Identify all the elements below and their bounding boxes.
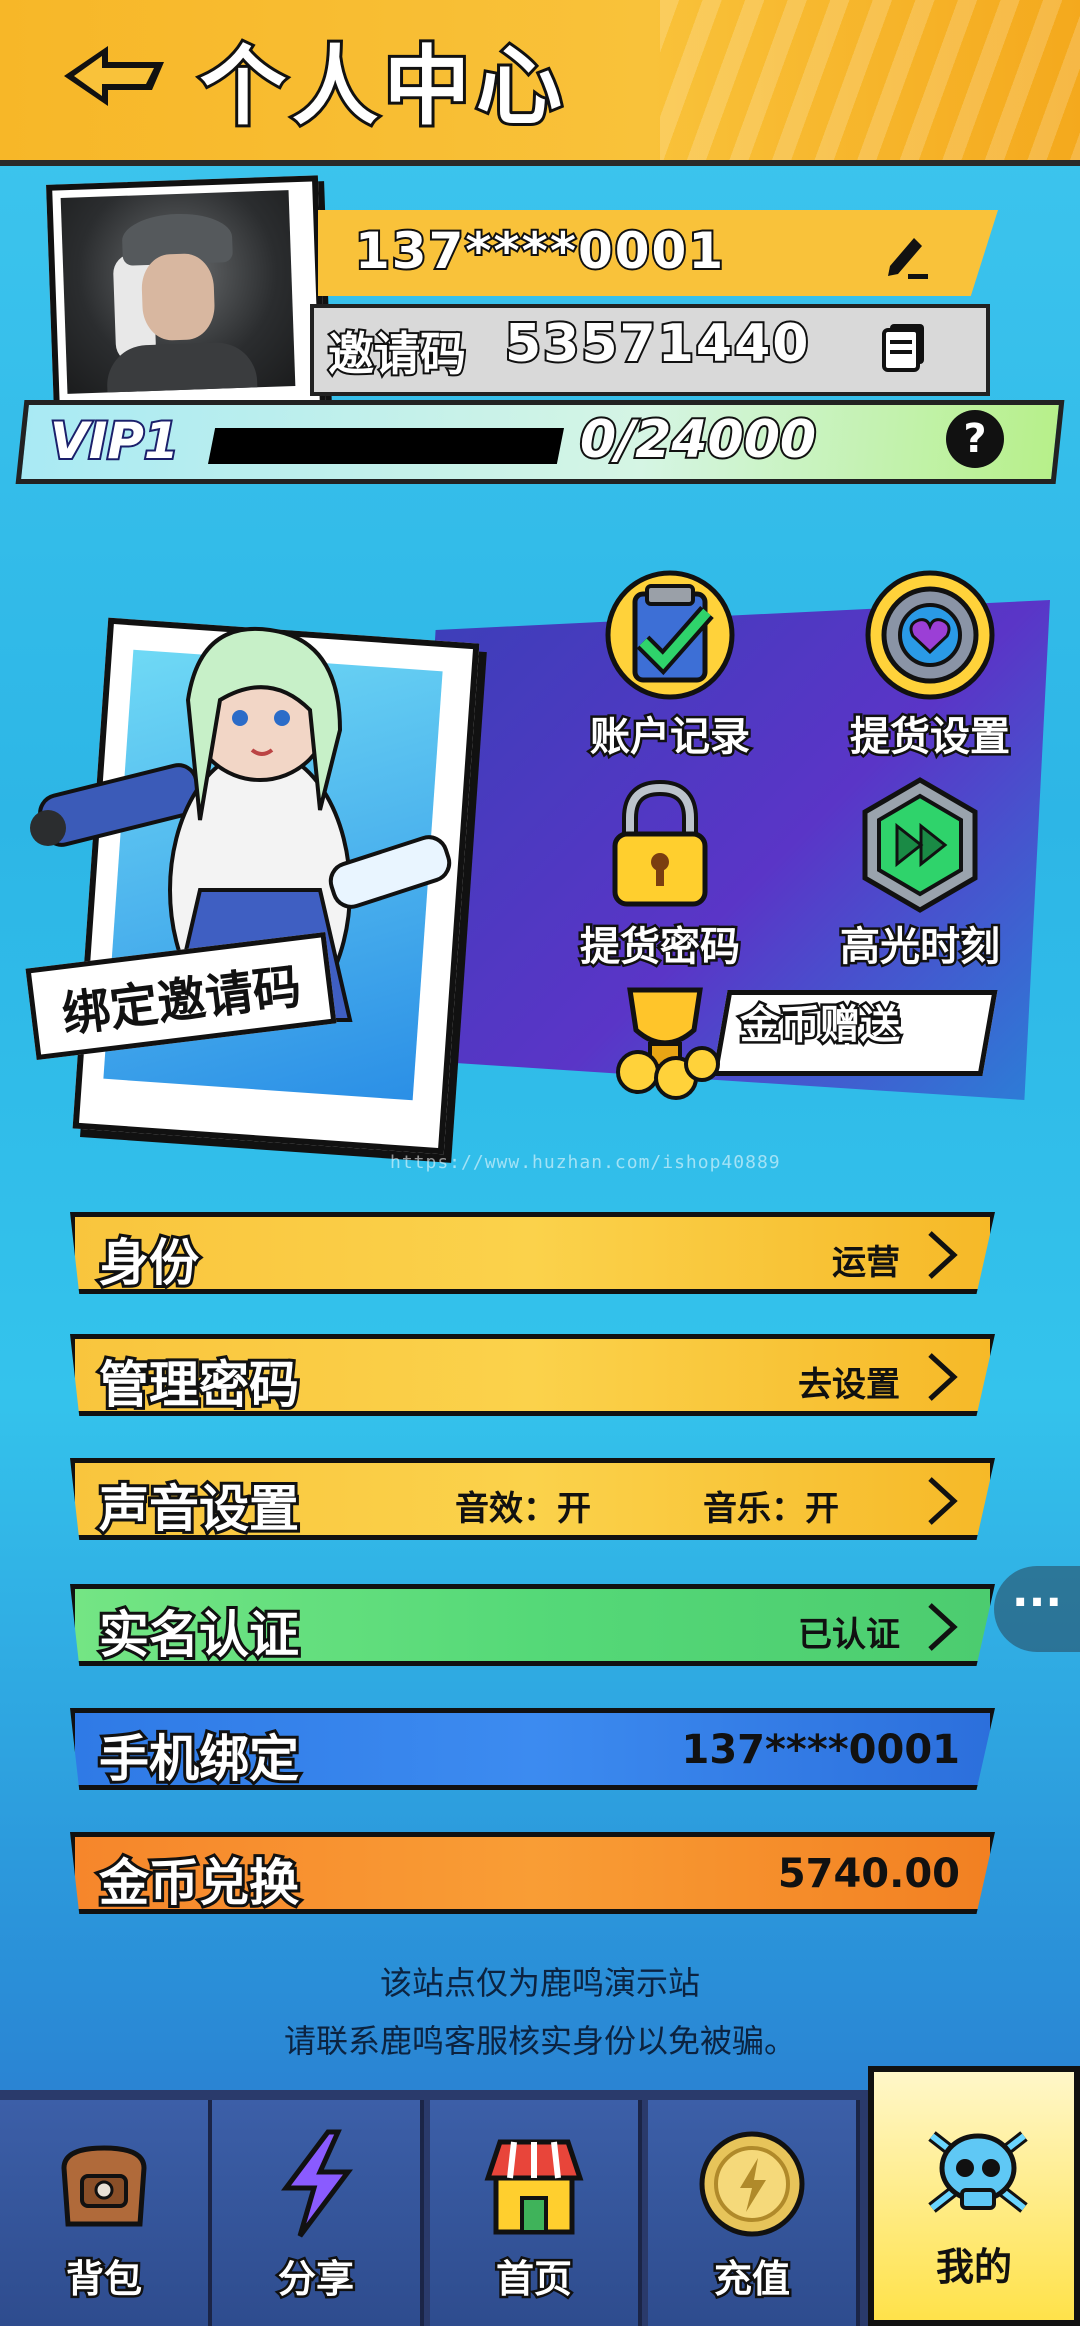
identity-label: 身份 xyxy=(96,1231,202,1294)
sound-settings-label: 声音设置 xyxy=(96,1477,302,1540)
pencil-icon[interactable] xyxy=(880,228,932,280)
realname-verify-row[interactable]: 实名认证 已认证 xyxy=(70,1584,995,1666)
vip-progress-text: 0/24000 xyxy=(578,408,818,472)
nav-item-mine[interactable]: 我的 xyxy=(868,2066,1080,2326)
nav-label-home: 首页 xyxy=(493,2255,574,2304)
vip-progress-bar xyxy=(208,428,564,464)
shop-icon xyxy=(484,2139,584,2235)
gear-heart-icon xyxy=(865,570,995,700)
coin-exchange-row[interactable]: 金币兑换 5740.00 xyxy=(70,1832,995,1914)
pickup-settings-button[interactable]: 提货设置 xyxy=(820,560,1040,763)
realname-verify-value: 已认证 xyxy=(798,1615,900,1655)
copy-icon[interactable] xyxy=(880,322,928,372)
nav-label-backpack: 背包 xyxy=(63,2255,144,2304)
chevron-right-icon xyxy=(928,1477,958,1525)
admin-password-value: 去设置 xyxy=(798,1365,900,1405)
identity-row[interactable]: 身份 运营 xyxy=(70,1212,995,1294)
admin-password-label: 管理密码 xyxy=(96,1353,302,1416)
nav-item-backpack[interactable]: 背包 xyxy=(0,2100,212,2326)
help-icon[interactable]: ? xyxy=(946,410,1004,468)
pickup-password-button[interactable]: 提货密码 xyxy=(540,770,780,973)
pickup-settings-label: 提货设置 xyxy=(848,712,1013,763)
avatar[interactable] xyxy=(60,190,296,394)
coin-trophy-icon xyxy=(616,987,720,1100)
clipboard-check-icon xyxy=(605,570,735,700)
highlight-moments-button[interactable]: 高光时刻 xyxy=(800,770,1040,973)
chevron-right-icon xyxy=(928,1603,958,1651)
back-arrow-icon[interactable] xyxy=(60,40,170,110)
music-toggle[interactable]: 音乐：开 xyxy=(703,1481,839,1530)
play-forward-icon xyxy=(862,777,978,913)
admin-password-row[interactable]: 管理密码 去设置 xyxy=(70,1334,995,1416)
sound-effect-toggle[interactable]: 音效：开 xyxy=(455,1481,591,1530)
vip-level: VIP1 xyxy=(48,410,181,472)
watermark-text: https://www.huzhan.com/ishop40889 xyxy=(390,1152,781,1173)
backpack-icon xyxy=(61,2145,147,2227)
nav-label-share: 分享 xyxy=(275,2255,356,2304)
phone-binding-value: 137****0001 xyxy=(681,1727,961,1773)
coin-exchange-label: 金币兑换 xyxy=(96,1851,302,1914)
invite-code-value: 53571440 xyxy=(503,312,811,376)
padlock-icon xyxy=(612,779,708,907)
nav-item-home[interactable]: 首页 xyxy=(430,2100,642,2326)
nav-item-recharge[interactable]: 充值 xyxy=(648,2100,860,2326)
coin-exchange-value: 5740.00 xyxy=(777,1851,960,1897)
coin-gift-label: 金币赠送 xyxy=(738,1000,903,1051)
phone-binding-label: 手机绑定 xyxy=(96,1727,302,1790)
nav-item-share[interactable]: 分享 xyxy=(212,2100,424,2326)
account-records-label: 账户记录 xyxy=(588,712,753,763)
notice-line-1: 该站点仅为鹿鸣演示站 xyxy=(379,1964,700,2002)
floating-more-button[interactable]: ··· xyxy=(994,1566,1080,1652)
coin-icon xyxy=(699,2131,805,2237)
chevron-right-icon xyxy=(928,1353,958,1401)
page-title: 个人中心 xyxy=(197,34,568,140)
identity-value: 运营 xyxy=(832,1243,900,1283)
nav-label-mine: 我的 xyxy=(935,2245,1012,2289)
phone-binding-row[interactable]: 手机绑定 137****0001 xyxy=(70,1708,995,1790)
notice-line-2: 请联系鹿鸣客服核实身份以免被骗。 xyxy=(283,2022,796,2060)
realname-verify-label: 实名认证 xyxy=(96,1603,302,1666)
invite-code-label: 邀请码 xyxy=(326,325,468,383)
skull-icon xyxy=(928,2131,1028,2213)
account-records-button[interactable]: 账户记录 xyxy=(560,560,780,763)
sound-settings-row[interactable]: 声音设置 音效：开 音乐：开 xyxy=(70,1458,995,1540)
coin-gift-button[interactable]: 金币赠送 xyxy=(590,960,1010,1100)
chevron-right-icon xyxy=(928,1231,958,1279)
nav-label-recharge: 充值 xyxy=(711,2255,792,2304)
phone-number: 137****0001 xyxy=(353,220,726,282)
lightning-icon xyxy=(281,2129,353,2238)
